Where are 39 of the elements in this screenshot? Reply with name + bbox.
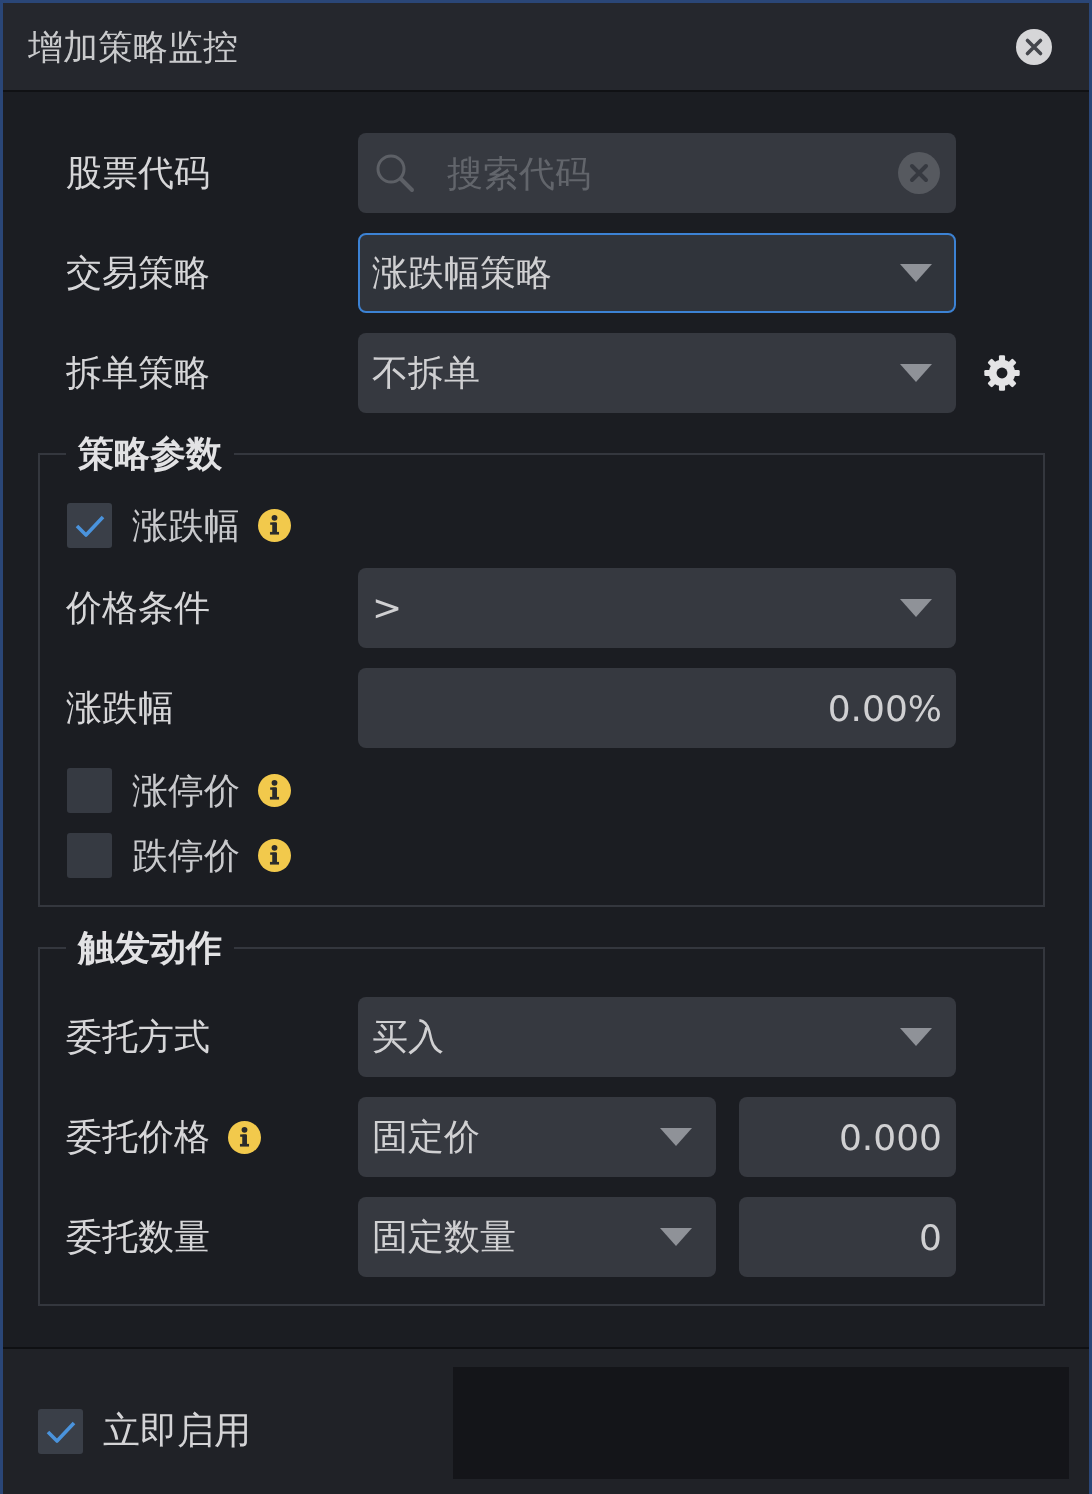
dropdown[interactable]: >: [358, 568, 956, 648]
checkbox[interactable]: [67, 503, 112, 548]
checkbox-label: 立即启用: [103, 1409, 251, 1454]
checkbox[interactable]: [67, 833, 112, 878]
dropdown[interactable]: 固定数量: [358, 1197, 716, 1277]
checkbox[interactable]: [67, 768, 112, 813]
field-label: 委托价格: [66, 1115, 210, 1159]
group-legend: 触发动作: [66, 928, 234, 968]
checkbox-label: 跌停价: [132, 833, 240, 878]
checkbox-label: 涨跌幅: [132, 503, 240, 548]
dropdown[interactable]: 涨跌幅策略: [358, 233, 956, 313]
caret-icon: [660, 1228, 692, 1246]
checkmark-icon: [74, 513, 105, 538]
caret-icon: [900, 364, 932, 382]
input-field[interactable]: 0.00%: [358, 668, 956, 748]
gear-icon[interactable]: [984, 355, 1020, 391]
close-icon[interactable]: [1016, 28, 1052, 65]
checkbox-label: 涨停价: [132, 768, 240, 813]
caret-icon: [900, 264, 932, 282]
field-label: 交易策略: [66, 251, 210, 295]
input-field[interactable]: 0: [739, 1197, 956, 1277]
dropdown[interactable]: 固定价: [358, 1097, 716, 1177]
group-legend: 策略参数: [66, 434, 234, 474]
field-label: 委托方式: [66, 1015, 210, 1059]
field-label: 价格条件: [66, 586, 210, 630]
caret-icon: [900, 1028, 932, 1046]
checkbox[interactable]: [38, 1409, 83, 1454]
dropdown[interactable]: 买入: [358, 997, 956, 1077]
checkmark-icon: [45, 1419, 76, 1444]
input-field[interactable]: 0.000: [739, 1097, 956, 1177]
field-label: 委托数量: [66, 1215, 210, 1259]
dropdown[interactable]: 不拆单: [358, 333, 956, 413]
caret-icon: [900, 599, 932, 617]
field-label: 股票代码: [66, 151, 210, 195]
field-label: 涨跌幅: [66, 686, 174, 730]
window-title: 增加策略监控: [28, 25, 238, 68]
search-icon: [375, 153, 415, 193]
field-label: 拆单策略: [66, 351, 210, 395]
caret-icon: [660, 1128, 692, 1146]
